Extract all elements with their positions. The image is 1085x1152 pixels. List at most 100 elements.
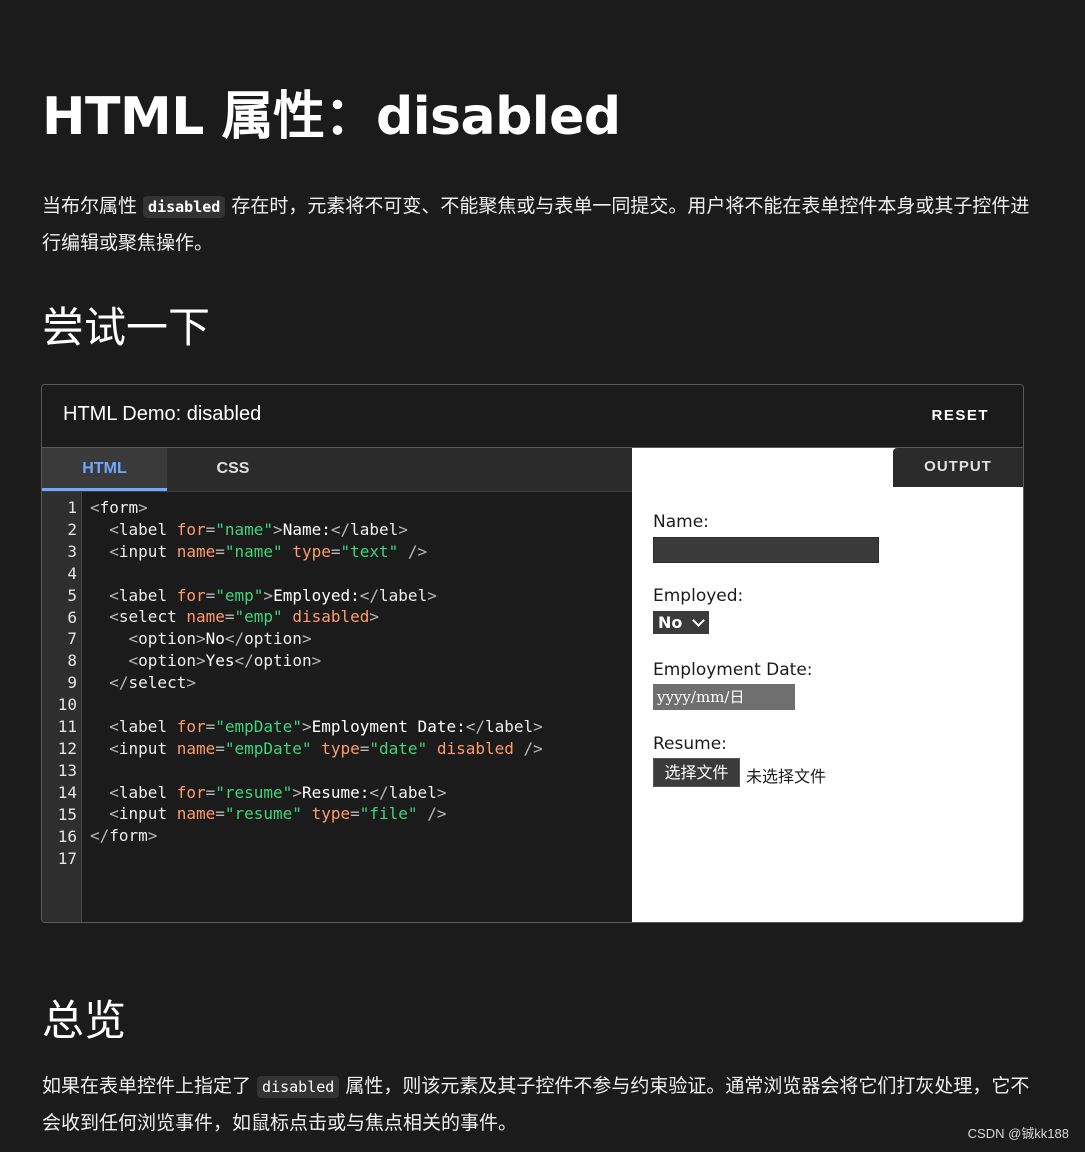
code-token: = (215, 738, 225, 758)
code-token: > (311, 651, 322, 671)
code-token: < (128, 651, 139, 671)
code-token: = (224, 607, 235, 627)
name-label: Name: (653, 512, 709, 532)
code-token: = (350, 804, 360, 824)
code-token: name (176, 804, 216, 824)
code-token: > (427, 585, 437, 605)
chevron-down-icon (692, 614, 705, 627)
code-token: > (138, 498, 148, 517)
code-token: < (109, 519, 119, 539)
code-token: for (176, 782, 206, 802)
code-line: <option>Yes</option> (90, 650, 543, 672)
line-numbers: 1 2 3 4 5 6 7 8 9 10 11 12 13 14 15 16 1… (57, 498, 77, 868)
overview-paragraph: 如果在表单控件上指定了 disabled 属性，则该元素及其子控件不参与约束验证… (42, 1068, 1042, 1141)
code-token: "date" (369, 738, 437, 758)
code-token: label (118, 519, 177, 539)
code-token: type (311, 804, 351, 824)
code-token: for (176, 585, 206, 605)
code-token: Name: (282, 519, 331, 539)
code-token: < (109, 585, 119, 605)
code-line: <select name="emp" disabled> (90, 606, 543, 628)
code-token: No (205, 629, 225, 649)
output-pane: OUTPUT Name: Employed: No Employment Dat… (632, 448, 1023, 922)
employed-select: No (653, 611, 709, 634)
code-token: "empDate" (215, 716, 302, 736)
code-token: = (205, 519, 216, 539)
code-token: </ (465, 716, 485, 736)
interactive-demo: HTML Demo: disabled RESET HTML CSS 1 2 3… (41, 384, 1024, 923)
code-content[interactable]: <form> <label for="name">Name:</label> <… (90, 497, 543, 869)
code-token: /> (407, 541, 428, 561)
code-token: > (147, 826, 158, 846)
code-token: name (186, 607, 225, 627)
code-token: option (244, 629, 302, 649)
code-token: select (118, 607, 187, 627)
code-token: "empDate" (224, 738, 322, 758)
code-token: "name" (224, 541, 293, 561)
code-token: type (321, 738, 360, 758)
code-token: > (301, 629, 312, 649)
choose-file-button[interactable]: 选择文件 (653, 758, 740, 787)
code-token: option (138, 629, 196, 649)
code-token: < (128, 629, 139, 649)
code-editor[interactable]: HTML CSS 1 2 3 4 5 6 7 8 9 10 11 12 13 1… (42, 448, 632, 922)
file-status-text: 未选择文件 (746, 767, 827, 786)
demo-header: HTML Demo: disabled RESET (42, 385, 1023, 448)
code-token: > (301, 716, 312, 736)
code-line: <input name="name" type="text" /> (90, 541, 543, 563)
code-token: < (109, 607, 119, 627)
employed-select-value: No (658, 613, 683, 632)
code-token: Yes (205, 651, 235, 671)
employment-date-input: yyyy/mm/日 (653, 684, 795, 710)
code-token: > (369, 607, 380, 627)
code-token: input (118, 541, 177, 561)
code-token: </ (109, 673, 129, 693)
code-line: <input name="empDate" type="date" disabl… (90, 738, 543, 760)
code-token: type (292, 541, 331, 561)
code-token: Employment Date: (311, 716, 466, 736)
code-token: "emp" (215, 585, 264, 605)
editor-tabbar: HTML CSS (42, 448, 632, 492)
code-token: > (436, 782, 447, 802)
name-input[interactable] (653, 537, 879, 563)
code-token: </ (234, 651, 254, 671)
code-token: < (90, 498, 100, 517)
code-token: input (118, 738, 177, 758)
code-token: option (253, 651, 312, 671)
code-token: label (484, 716, 534, 736)
code-line: <form> (90, 497, 543, 519)
code-token: = (205, 585, 216, 605)
code-line: <label for="empDate">Employment Date:</l… (90, 716, 543, 738)
try-it-heading: 尝试一下 (42, 303, 211, 352)
code-token: "resume" (224, 804, 312, 824)
reset-button[interactable]: RESET (931, 407, 989, 424)
code-token: "resume" (215, 782, 293, 802)
code-token: > (195, 629, 206, 649)
tab-html[interactable]: HTML (42, 448, 167, 491)
tab-output[interactable]: OUTPUT (893, 448, 1023, 487)
demo-title: HTML Demo: disabled (63, 403, 262, 425)
code-token: > (273, 519, 283, 539)
code-token: </ (369, 782, 389, 802)
code-line: <option>No</option> (90, 628, 543, 650)
code-token: form (99, 498, 139, 517)
code-token: </ (224, 629, 245, 649)
code-token: < (109, 782, 119, 802)
code-token: = (359, 738, 370, 758)
code-token: option (138, 651, 196, 671)
watermark: CSDN @铖kk188 (967, 1126, 1069, 1141)
overview-text-before: 如果在表单控件上指定了 (42, 1075, 258, 1097)
tab-css[interactable]: CSS (167, 448, 299, 491)
resume-label: Resume: (653, 734, 727, 754)
